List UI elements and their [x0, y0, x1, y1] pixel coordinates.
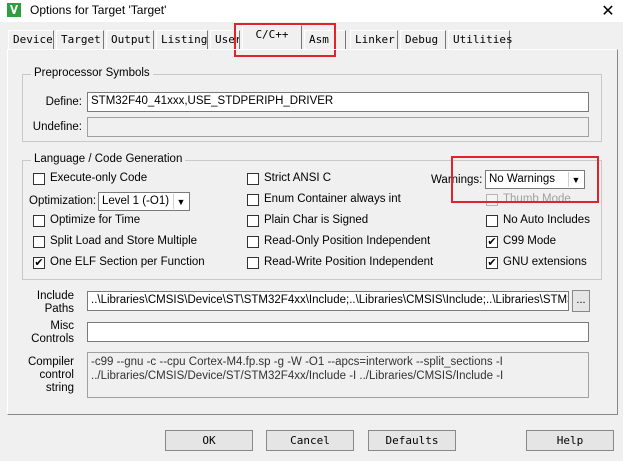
define-field[interactable]: STM32F40_41xxx,USE_STDPERIPH_DRIVER — [87, 92, 589, 112]
window-title: Options for Target 'Target' — [30, 3, 167, 17]
ro-pi-checkbox[interactable] — [247, 236, 259, 248]
misc-controls-label-1: Misc — [50, 320, 74, 332]
undefine-label: Undefine: — [32, 121, 82, 133]
undefine-field[interactable] — [87, 117, 589, 137]
c99-mode-checkbox[interactable]: ✔ — [486, 236, 498, 248]
ro-pi-label: Read-Only Position Independent — [264, 235, 431, 247]
compiler-string-line-1: -c99 --gnu -c --cpu Cortex-M4.fp.sp -g -… — [91, 356, 503, 368]
include-paths-label-2: Paths — [44, 303, 74, 315]
rw-pi-checkbox[interactable] — [247, 257, 259, 269]
optimize-time-label: Optimize for Time — [50, 214, 141, 226]
enum-container-checkbox[interactable] — [247, 194, 259, 206]
define-label: Define: — [45, 96, 82, 108]
rw-pi-label: Read-Write Position Independent — [264, 256, 434, 268]
strict-ansi-checkbox[interactable] — [247, 173, 259, 185]
cancel-button[interactable]: Cancel — [266, 430, 354, 451]
title-bar: Options for Target 'Target' ✕ — [0, 0, 623, 22]
gnu-ext-label: GNU extensions — [503, 256, 587, 268]
tab-target[interactable]: Target — [56, 30, 104, 50]
chevron-down-icon: ▼ — [173, 194, 188, 209]
tab-output[interactable]: Output — [106, 30, 154, 50]
tab-linker[interactable]: Linker — [350, 30, 398, 50]
tab-debug[interactable]: Debug — [400, 30, 446, 50]
enum-container-label: Enum Container always int — [264, 193, 401, 205]
plain-char-label: Plain Char is Signed — [264, 214, 369, 226]
execute-only-checkbox[interactable] — [33, 173, 45, 185]
plain-char-checkbox[interactable] — [247, 215, 259, 227]
compiler-string-label-2: control — [39, 369, 74, 381]
language-group-title: Language / Code Generation — [31, 153, 186, 165]
no-auto-includes-label: No Auto Includes — [503, 214, 590, 226]
optimization-label: Optimization: — [29, 195, 97, 207]
split-load-label: Split Load and Store Multiple — [50, 235, 198, 247]
annotation-box-warnings — [451, 156, 599, 203]
c99-mode-label: C99 Mode — [503, 235, 557, 247]
compiler-string-label-1: Compiler — [27, 356, 74, 368]
split-load-checkbox[interactable] — [33, 236, 45, 248]
misc-controls-field[interactable] — [87, 322, 589, 342]
close-icon[interactable]: ✕ — [598, 1, 618, 21]
no-auto-includes-checkbox[interactable] — [486, 215, 498, 227]
help-button[interactable]: Help — [526, 430, 614, 451]
one-elf-checkbox[interactable]: ✔ — [33, 257, 45, 269]
defaults-button[interactable]: Defaults — [368, 430, 456, 451]
tab-device[interactable]: Device — [8, 30, 54, 50]
optimization-select[interactable]: Level 1 (-O1) ▼ — [98, 192, 190, 211]
include-paths-browse-button[interactable]: ... — [572, 290, 590, 312]
tab-listing[interactable]: Listing — [156, 30, 208, 50]
keil-app-icon — [7, 3, 21, 17]
ok-button[interactable]: OK — [165, 430, 253, 451]
execute-only-label: Execute-only Code — [50, 172, 148, 184]
optimize-time-checkbox[interactable] — [33, 215, 45, 227]
compiler-string-line-2: ../Libraries/CMSIS/Device/ST/STM32F4xx/I… — [91, 370, 504, 382]
optimization-value: Level 1 (-O1) — [102, 195, 170, 207]
gnu-ext-checkbox[interactable]: ✔ — [486, 257, 498, 269]
include-paths-field[interactable]: ..\Libraries\CMSIS\Device\ST\STM32F4xx\I… — [87, 291, 569, 311]
strict-ansi-label: Strict ANSI C — [264, 172, 332, 184]
one-elf-label: One ELF Section per Function — [50, 256, 205, 268]
misc-controls-label-2: Controls — [31, 333, 74, 345]
tab-utilities[interactable]: Utilities — [448, 30, 513, 50]
preprocessor-group-title: Preprocessor Symbols — [31, 67, 153, 79]
compiler-string-label-3: string — [45, 382, 74, 394]
include-paths-label-1: Include — [36, 290, 74, 302]
